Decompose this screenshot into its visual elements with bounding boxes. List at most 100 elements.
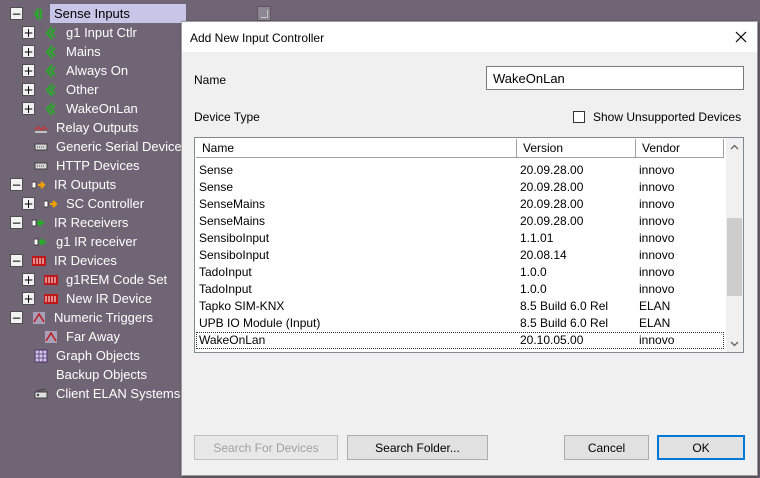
expand-icon[interactable]: + (22, 273, 35, 286)
tree-item[interactable]: − Numeric Triggers (10, 308, 153, 327)
tree-item-label: Other (66, 82, 99, 97)
tree-item[interactable]: Client ELAN Systems (34, 384, 180, 403)
expand-icon[interactable]: + (22, 197, 35, 210)
vertical-scrollbar[interactable] (726, 138, 743, 352)
tree-item[interactable]: HTTP Devices (34, 156, 140, 175)
expand-icon[interactable]: + (22, 26, 35, 39)
cell-vendor: innovo (639, 214, 675, 228)
cell-name: TadoInput (199, 265, 252, 279)
name-label: Name (194, 73, 227, 87)
table-row[interactable]: SensiboInput 1.1.01 innovo (196, 230, 724, 247)
column-header-version[interactable]: Version (517, 139, 636, 158)
cell-version: 8.5 Build 6.0 Rel (520, 299, 609, 313)
expand-icon[interactable]: + (22, 45, 35, 58)
scroll-up-button[interactable] (726, 138, 743, 155)
expand-icon[interactable]: + (22, 64, 35, 77)
tree-item-label: Relay Outputs (56, 120, 139, 135)
tree-item[interactable]: + Always On (22, 61, 128, 80)
cell-vendor: innovo (639, 282, 675, 296)
tree-scroll-button[interactable] (257, 6, 271, 21)
tree-item[interactable]: + WakeOnLan (22, 99, 138, 118)
column-header-name[interactable]: Name (196, 139, 517, 158)
table-row[interactable]: SenseMains 20.09.28.00 innovo (196, 213, 724, 230)
tree-item[interactable]: − Sense Inputs (10, 4, 186, 23)
show-unsupported-checkbox[interactable]: Show Unsupported Devices (573, 110, 741, 124)
tree-item[interactable]: + g1REM Code Set (22, 270, 167, 289)
table-row[interactable]: SenseMains 20.09.28.00 innovo (196, 196, 724, 213)
sense-inputs-icon (32, 6, 46, 21)
tree-item[interactable]: Backup Objects (34, 365, 147, 384)
tree-item[interactable]: + g1 Input Ctlr (22, 23, 137, 42)
table-row[interactable]: TadoInput 1.0.0 innovo (196, 281, 724, 298)
ir-device-icon (44, 273, 58, 287)
expand-icon[interactable]: + (22, 102, 35, 115)
collapse-icon[interactable]: − (10, 311, 23, 324)
tree-item[interactable]: g1 IR receiver (34, 232, 137, 251)
list-header: Name Version Vendor (196, 139, 724, 158)
tree-item[interactable]: Generic Serial Devices (34, 137, 188, 156)
cell-version: 20.09.28.00 (520, 214, 584, 228)
table-row[interactable]: SensiboInput 20.08.14 innovo (196, 247, 724, 264)
trigger-icon (32, 311, 46, 325)
tree-item[interactable]: + Other (22, 80, 99, 99)
collapse-icon[interactable]: − (10, 216, 23, 229)
tree-item[interactable]: − IR Devices (10, 251, 117, 270)
sense-controller-icon (44, 101, 58, 116)
tree-item-label: g1 Input Ctlr (66, 25, 137, 40)
search-for-devices-button[interactable]: Search For Devices (194, 435, 338, 460)
cell-vendor: innovo (639, 180, 675, 194)
cell-vendor: innovo (639, 163, 675, 177)
client-systems-icon (34, 387, 48, 401)
graph-icon (34, 349, 48, 363)
collapse-icon[interactable]: − (10, 178, 23, 191)
tree-item-label: Mains (66, 44, 101, 59)
table-row[interactable]: UPB IO Module (Input) 8.5 Build 6.0 Rel EL… (196, 315, 724, 332)
tree-item[interactable]: + Mains (22, 42, 101, 61)
table-row[interactable]: Tapko SIM-KNX 8.5 Build 6.0 Rel ELAN (196, 298, 724, 315)
chevron-down-icon (730, 341, 739, 346)
table-row[interactable]: Sense 20.09.28.00 innovo (196, 162, 724, 179)
tree-item[interactable]: + New IR Device (22, 289, 152, 308)
scroll-down-button[interactable] (726, 335, 743, 352)
expand-icon[interactable]: + (22, 83, 35, 96)
cell-name: TadoInput (199, 282, 252, 296)
close-button[interactable] (729, 25, 753, 49)
tree-item-label: WakeOnLan (66, 101, 138, 116)
cell-version: 20.09.28.00 (520, 197, 584, 211)
collapse-icon[interactable]: − (10, 7, 23, 20)
ir-device-icon (44, 292, 58, 306)
device-type-list[interactable]: Name Version Vendor Sense 20.09.28.00 inno… (194, 137, 744, 353)
tree-item-label: IR Devices (54, 253, 117, 268)
scroll-thumb[interactable] (727, 218, 742, 297)
column-header-vendor[interactable]: Vendor (636, 139, 724, 158)
cell-vendor: innovo (639, 248, 675, 262)
tree-item-label: IR Receivers (54, 215, 129, 230)
search-folder-button[interactable]: Search Folder... (347, 435, 488, 460)
tree-item[interactable]: + SC Controller (22, 194, 144, 213)
tree-item[interactable]: − IR Receivers (10, 213, 128, 232)
ir-device-icon (32, 254, 46, 268)
ok-button[interactable]: OK (657, 435, 745, 460)
name-input[interactable] (486, 66, 744, 90)
tree-item[interactable]: Graph Objects (34, 346, 140, 365)
expand-icon[interactable]: + (22, 292, 35, 305)
dialog-title: Add New Input Controller (190, 31, 325, 45)
checkbox-box[interactable] (573, 111, 585, 123)
tree-item-label: New IR Device (66, 291, 152, 306)
tree-item[interactable]: Far Away (44, 327, 120, 346)
tree-item[interactable]: − IR Outputs (10, 175, 116, 194)
tree-item-label: Client ELAN Systems (56, 386, 181, 401)
tree-item[interactable]: Relay Outputs (34, 118, 138, 137)
sense-controller-icon (44, 44, 58, 59)
table-row[interactable]: Sense 20.09.28.00 innovo (196, 179, 724, 196)
dialog-titlebar: Add New Input Controller (182, 22, 757, 52)
table-row[interactable]: TadoInput 1.0.0 innovo (196, 264, 724, 281)
http-device-icon (34, 159, 48, 173)
table-row[interactable]: WakeOnLan 20.10.05.00 innovo (196, 332, 724, 349)
show-unsupported-label: Show Unsupported Devices (593, 110, 742, 124)
cell-version: 1.1.01 (520, 231, 554, 245)
collapse-icon[interactable]: − (10, 254, 23, 267)
cancel-button[interactable]: Cancel (564, 435, 649, 460)
cell-name: SensiboInput (199, 231, 270, 245)
tree-item-label: Far Away (66, 329, 120, 344)
